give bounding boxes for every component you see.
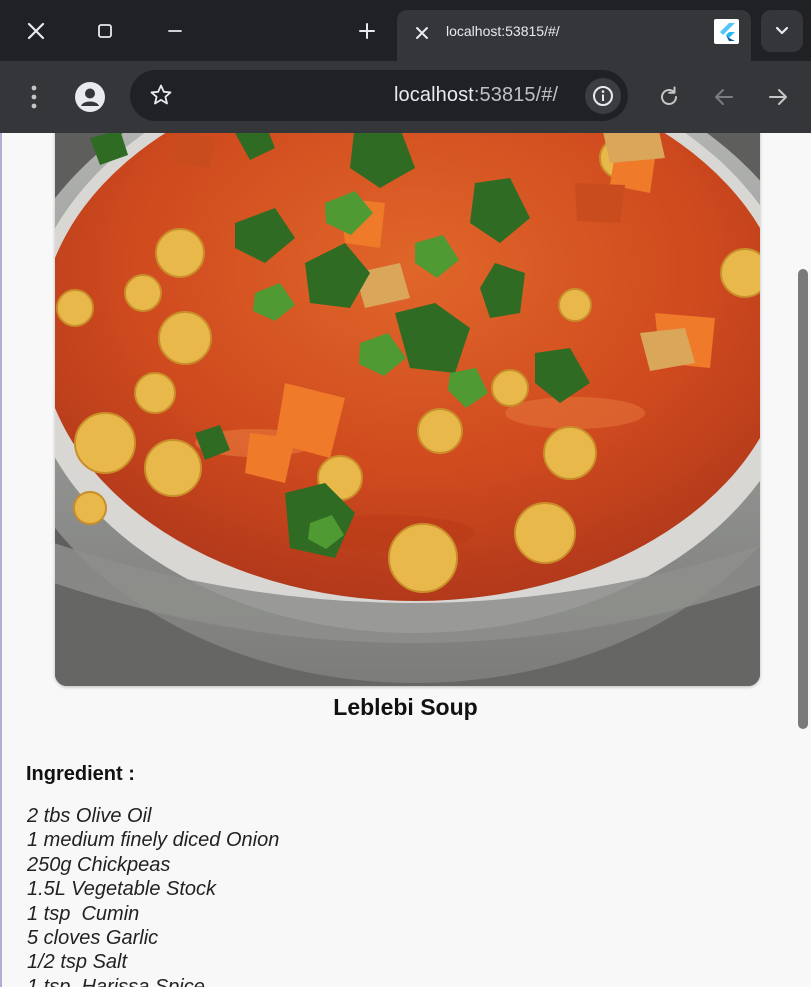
site-info-button[interactable]	[585, 78, 621, 114]
tab-search-button[interactable]	[761, 10, 803, 52]
reload-icon	[661, 86, 677, 105]
ingredient-item: 5 cloves Garlic	[27, 927, 159, 950]
person-icon	[75, 82, 105, 112]
url-text[interactable]: localhost:53815/#/	[394, 84, 558, 107]
bookmark-button[interactable]	[148, 82, 174, 108]
tab-close-button[interactable]	[409, 20, 435, 46]
tab-title: localhost:53815/#/	[446, 23, 560, 39]
info-icon	[593, 86, 613, 106]
window-close-button[interactable]	[19, 14, 53, 48]
menu-button[interactable]	[16, 79, 52, 115]
recipe-title: Leblebi Soup	[333, 694, 478, 720]
url-rest: :53815/#/	[473, 84, 559, 106]
reload-button[interactable]	[651, 79, 687, 115]
ingredient-item: 1/2 tsp Salt	[27, 951, 128, 974]
close-icon	[416, 27, 428, 39]
forward-button[interactable]	[760, 79, 796, 115]
active-tab[interactable]: localhost:53815/#/	[397, 10, 751, 61]
star-icon	[150, 84, 172, 105]
more-vert-icon	[31, 85, 37, 109]
restore-icon	[98, 24, 112, 38]
ingredient-item: 1.5L Vegetable Stock	[27, 878, 217, 901]
window-minimize-button[interactable]	[158, 14, 192, 48]
address-bar[interactable]: localhost:53815/#/	[130, 70, 628, 121]
arrow-right-icon	[769, 89, 787, 105]
new-tab-button[interactable]	[350, 14, 384, 48]
ingredients-list: 2 tbs Olive Oil 1 medium finely diced On…	[27, 804, 279, 987]
ingredients-heading: Ingredient :	[26, 763, 135, 785]
minimize-icon	[168, 30, 182, 32]
ingredient-item: 2 tbs Olive Oil	[27, 805, 152, 827]
ingredient-item: 1 medium finely diced Onion	[27, 829, 280, 852]
flutter-icon	[714, 19, 739, 44]
url-host: localhost	[394, 84, 474, 106]
plus-icon	[359, 23, 375, 39]
profile-button[interactable]	[72, 79, 108, 115]
browser-toolbar: localhost:53815/#/	[0, 61, 811, 133]
close-icon	[27, 22, 45, 40]
back-button[interactable]	[706, 79, 742, 115]
recipe-image	[55, 133, 760, 686]
chevron-down-icon	[775, 26, 789, 35]
ingredient-item: 250g Chickpeas	[27, 853, 171, 876]
window-edge	[0, 133, 2, 987]
tab-strip: localhost:53815/#/	[0, 0, 811, 61]
ingredient-item: 1 tsp Cumin	[27, 902, 140, 925]
window-restore-button[interactable]	[88, 14, 122, 48]
ingredient-item: 1 tsp Harissa Spice	[27, 975, 205, 987]
page-content: Leblebi Soup Ingredient : 2 tbs Olive Oi…	[0, 133, 811, 987]
soup-bowl-image	[55, 133, 760, 686]
arrow-left-icon	[715, 89, 733, 105]
scrollbar-thumb[interactable]	[798, 269, 808, 729]
